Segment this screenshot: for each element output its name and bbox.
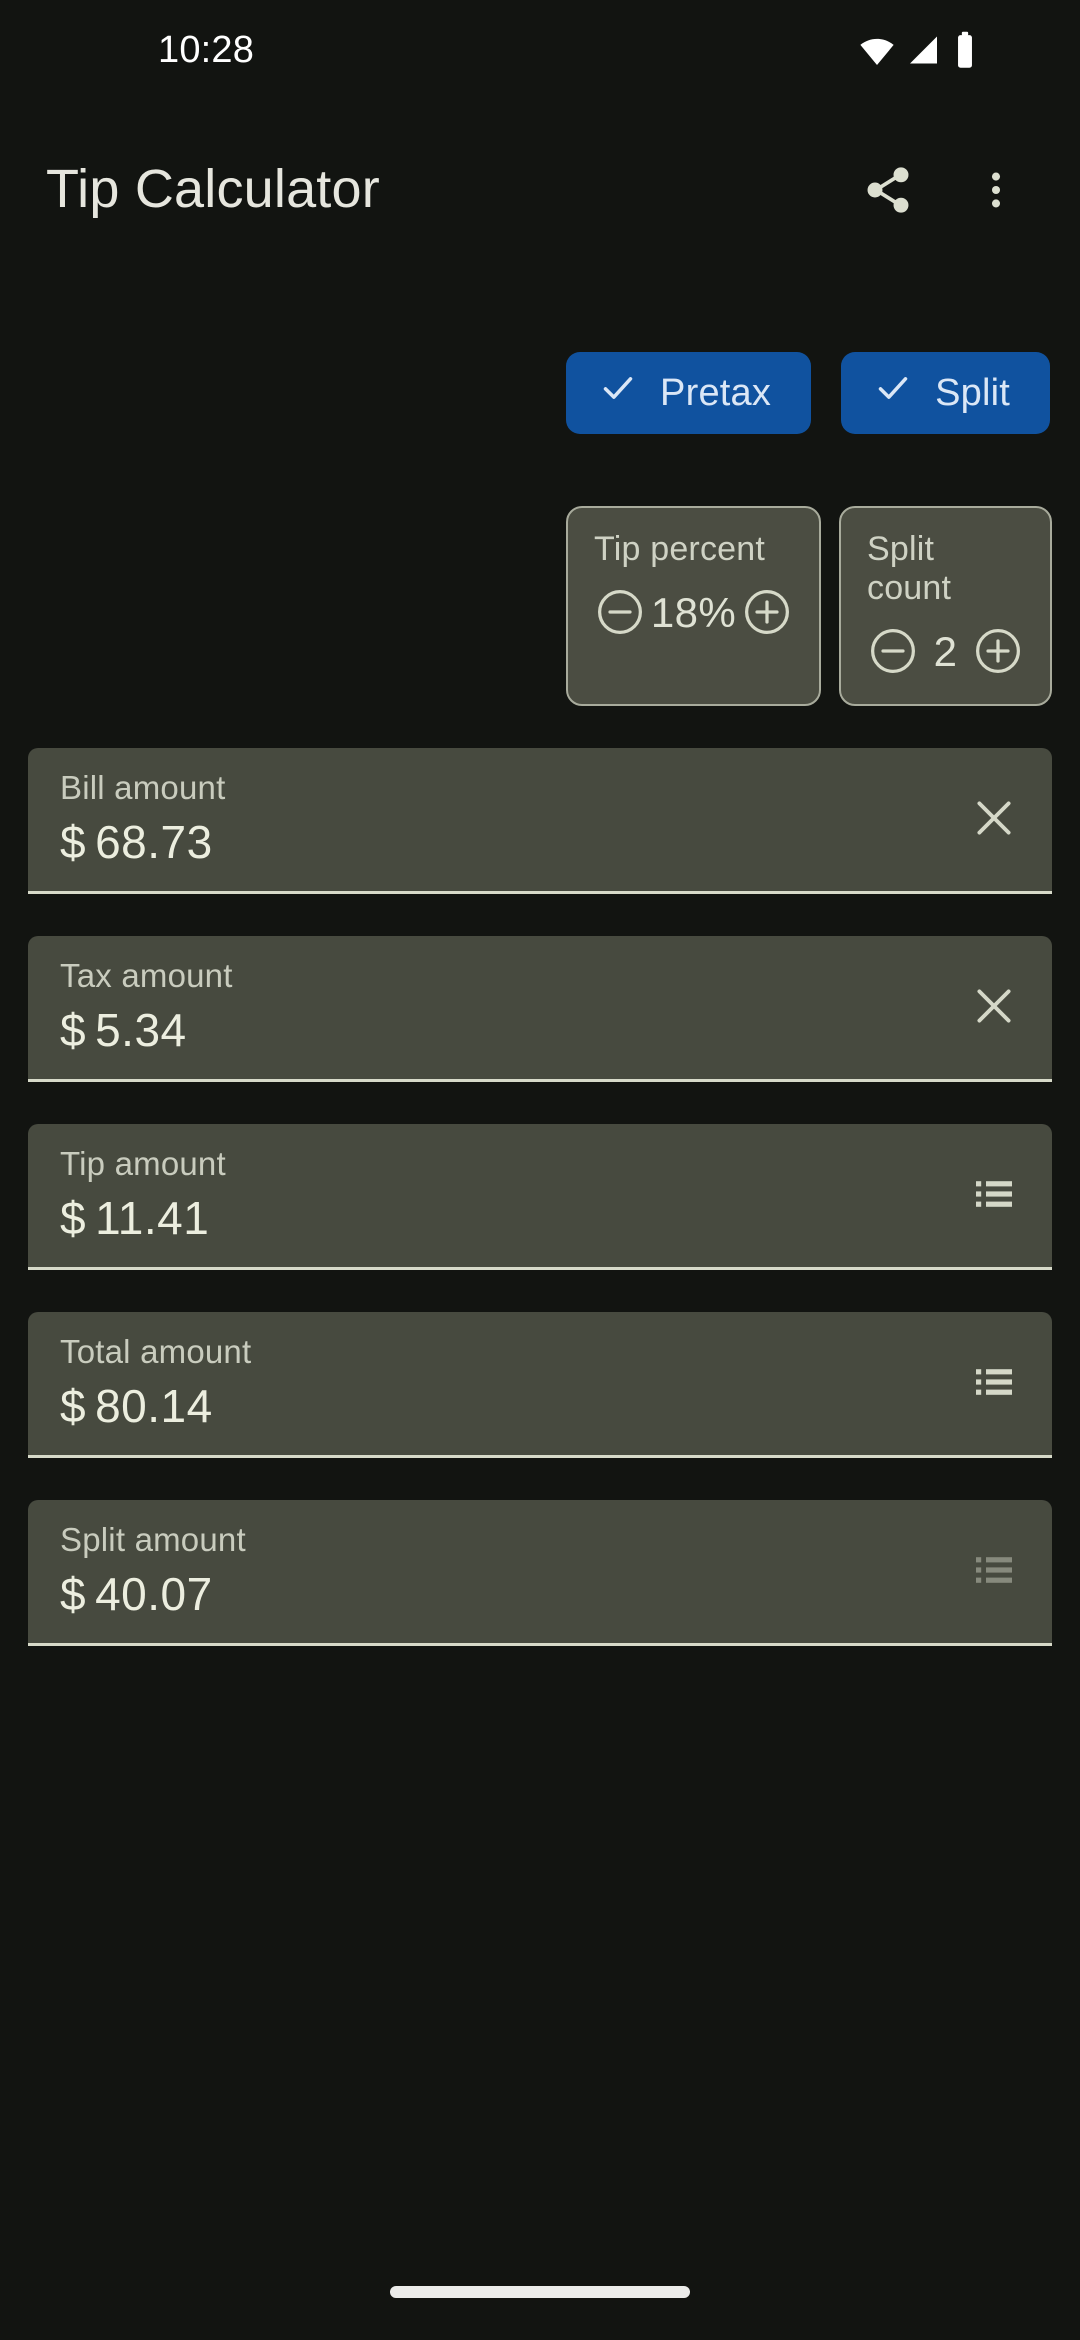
tip-amount-number: 11.41 bbox=[95, 1192, 210, 1245]
tax-amount-label: Tax amount bbox=[60, 957, 233, 994]
plus-circle-icon bbox=[741, 586, 793, 641]
close-icon bbox=[967, 979, 1021, 1036]
list-icon bbox=[970, 1358, 1018, 1409]
tax-amount-number: 5.34 bbox=[95, 1004, 187, 1057]
tip-percent-stepper: Tip percent 18% bbox=[566, 506, 821, 706]
currency-symbol: $ bbox=[60, 1568, 87, 1621]
currency-symbol: $ bbox=[60, 816, 87, 869]
minus-circle-icon bbox=[594, 586, 646, 641]
split-count-label: Split count bbox=[867, 530, 952, 607]
overflow-menu-button[interactable] bbox=[960, 154, 1032, 226]
total-amount-value: $80.14 bbox=[60, 1381, 1024, 1432]
tax-amount-value: $5.34 bbox=[60, 1005, 1024, 1056]
split-count-value: 2 bbox=[933, 628, 958, 675]
tip-amount-label: Tip amount bbox=[60, 1145, 226, 1182]
page-title: Tip Calculator bbox=[46, 159, 380, 220]
split-count-decrement-button[interactable] bbox=[865, 624, 921, 680]
bill-amount-number: 68.73 bbox=[95, 816, 213, 869]
split-amount-value: $40.07 bbox=[60, 1569, 1024, 1620]
total-amount-field[interactable]: Total amount $80.14 bbox=[28, 1312, 1052, 1458]
list-icon bbox=[970, 1546, 1018, 1597]
share-button[interactable] bbox=[852, 154, 924, 226]
total-amount-list-button[interactable] bbox=[956, 1346, 1032, 1422]
app-screen: 10:28 Tip Calculator Pretax Split Tip pe… bbox=[0, 0, 1080, 2340]
check-icon bbox=[873, 368, 913, 418]
split-count-stepper: Split count 2 bbox=[839, 506, 1052, 706]
tip-amount-field[interactable]: Tip amount $11.41 bbox=[28, 1124, 1052, 1270]
share-icon bbox=[862, 164, 914, 216]
status-icons bbox=[858, 31, 1028, 69]
total-amount-label: Total amount bbox=[60, 1333, 252, 1370]
close-icon bbox=[967, 791, 1021, 848]
tip-percent-increment-button[interactable] bbox=[739, 585, 795, 641]
gesture-navigation-bar[interactable] bbox=[390, 2286, 690, 2298]
chip-split[interactable]: Split bbox=[841, 352, 1050, 434]
bill-amount-field[interactable]: Bill amount $68.73 bbox=[28, 748, 1052, 894]
split-amount-field[interactable]: Split amount $40.07 bbox=[28, 1500, 1052, 1646]
split-count-increment-button[interactable] bbox=[970, 624, 1026, 680]
tip-percent-decrement-button[interactable] bbox=[592, 585, 648, 641]
split-amount-number: 40.07 bbox=[95, 1568, 213, 1621]
plus-circle-icon bbox=[972, 625, 1024, 680]
check-icon bbox=[598, 368, 638, 418]
status-time: 10:28 bbox=[158, 28, 255, 71]
chip-pretax[interactable]: Pretax bbox=[566, 352, 812, 434]
chip-pretax-label: Pretax bbox=[660, 371, 772, 414]
currency-symbol: $ bbox=[60, 1192, 87, 1245]
split-amount-list-button[interactable] bbox=[956, 1534, 1032, 1610]
amount-field-list: Bill amount $68.73 Tax amount $5.34 Tip … bbox=[28, 748, 1052, 1688]
app-bar-actions bbox=[852, 154, 1032, 226]
option-chip-row: Pretax Split bbox=[566, 352, 1050, 434]
bill-amount-clear-button[interactable] bbox=[956, 782, 1032, 858]
tax-amount-field[interactable]: Tax amount $5.34 bbox=[28, 936, 1052, 1082]
total-amount-number: 80.14 bbox=[95, 1380, 213, 1433]
status-bar: 10:28 bbox=[0, 0, 1080, 100]
tip-percent-controls: 18% bbox=[592, 585, 795, 641]
cellular-signal-icon bbox=[907, 32, 943, 68]
bill-amount-label: Bill amount bbox=[60, 769, 226, 806]
tax-amount-clear-button[interactable] bbox=[956, 970, 1032, 1046]
tip-percent-label: Tip percent bbox=[594, 530, 766, 568]
tip-amount-value: $11.41 bbox=[60, 1193, 1024, 1244]
split-amount-label: Split amount bbox=[60, 1521, 246, 1558]
stepper-row: Tip percent 18% Split count 2 bbox=[0, 506, 1080, 706]
tip-percent-value: 18% bbox=[650, 589, 737, 636]
wifi-icon bbox=[858, 31, 896, 69]
list-icon bbox=[970, 1170, 1018, 1221]
battery-icon bbox=[954, 31, 976, 69]
minus-circle-icon bbox=[867, 625, 919, 680]
currency-symbol: $ bbox=[60, 1004, 87, 1057]
bill-amount-value: $68.73 bbox=[60, 817, 1024, 868]
currency-symbol: $ bbox=[60, 1380, 87, 1433]
app-bar: Tip Calculator bbox=[0, 110, 1080, 270]
more-vertical-icon bbox=[973, 167, 1019, 213]
chip-split-label: Split bbox=[935, 371, 1010, 414]
tip-amount-list-button[interactable] bbox=[956, 1158, 1032, 1234]
split-count-controls: 2 bbox=[865, 624, 1026, 680]
